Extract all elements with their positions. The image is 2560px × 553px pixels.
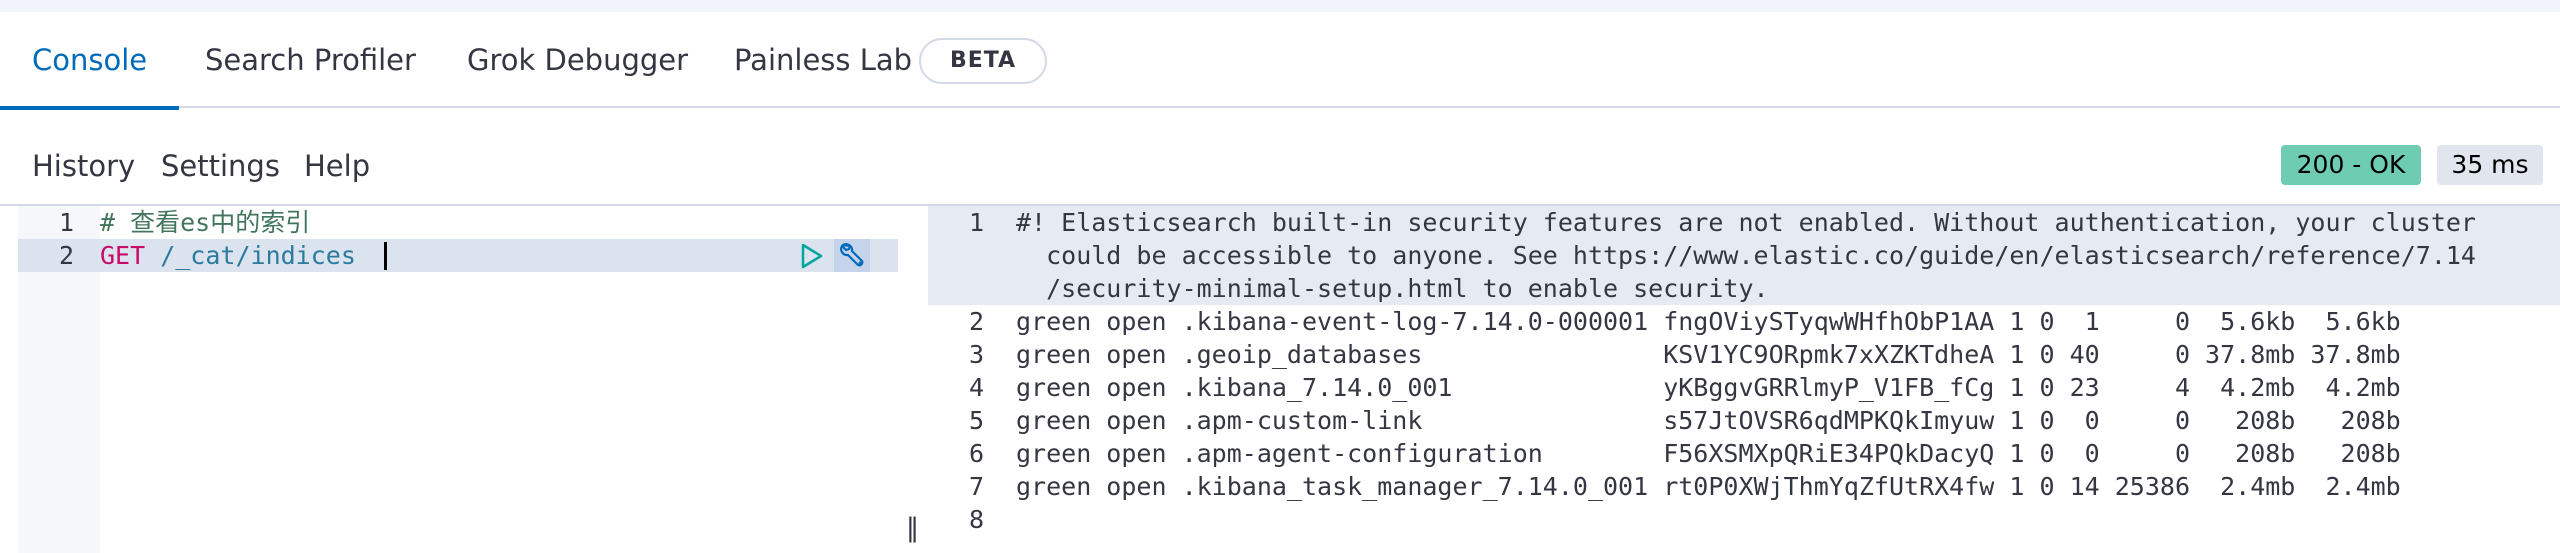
line-number: 5 xyxy=(968,406,984,435)
tab-grok-debugger[interactable]: Grok Debugger xyxy=(467,12,688,108)
pane-resizer[interactable] xyxy=(898,206,928,553)
line-number: 6 xyxy=(968,439,984,468)
tab-search-profiler[interactable]: Search Profiler xyxy=(205,12,416,108)
line-number: 7 xyxy=(968,472,984,501)
warning-line: #! Elasticsearch built-in security featu… xyxy=(1016,208,2476,237)
output-code: #! Elasticsearch built-in security featu… xyxy=(1016,206,2556,553)
help-link[interactable]: Help xyxy=(304,144,370,188)
request-editor[interactable]: 1 2 # 查看es中的索引 GET /_cat/indices xyxy=(18,206,898,553)
play-icon[interactable] xyxy=(796,241,826,271)
warning-line: could be accessible to anyone. See https… xyxy=(1016,241,2476,270)
tab-console[interactable]: Console xyxy=(0,12,180,110)
editor-code[interactable]: # 查看es中的索引 GET /_cat/indices xyxy=(100,206,898,553)
top-strip xyxy=(0,0,2560,12)
history-link[interactable]: History xyxy=(32,144,135,188)
request-method: GET xyxy=(100,241,146,270)
wrench-icon[interactable] xyxy=(834,239,870,272)
line-number: 2 xyxy=(58,241,74,270)
request-time-badge: 35 ms xyxy=(2437,145,2543,185)
line-number: 1 xyxy=(968,208,984,237)
output-gutter: 1 2 3 4 5 6 7 8 xyxy=(928,206,1010,553)
status-code-badge: 200 - OK xyxy=(2281,145,2421,185)
index-row: green open .kibana_7.14.0_001 yKBggvGRRl… xyxy=(1016,373,2401,402)
index-row: green open .geoip_databases KSV1YC9ORpmk… xyxy=(1016,340,2401,369)
tab-bar: Console Search Profiler Grok Debugger Pa… xyxy=(0,12,2560,110)
line-number: 2 xyxy=(968,307,984,336)
settings-link[interactable]: Settings xyxy=(161,144,280,188)
warning-line: /security-minimal-setup.html to enable s… xyxy=(1016,274,1769,303)
tab-painless-lab[interactable]: Painless Lab xyxy=(734,12,912,108)
line-number: 1 xyxy=(58,208,74,237)
resizer-handle-icon[interactable]: ‖ xyxy=(906,513,919,543)
request-line: GET /_cat/indices xyxy=(100,239,371,272)
beta-badge: BETA xyxy=(919,38,1047,84)
text-cursor xyxy=(384,242,387,270)
line-number: 8 xyxy=(968,505,984,534)
index-row: green open .apm-custom-link s57JtOVSR6qd… xyxy=(1016,406,2401,435)
line-number: 4 xyxy=(968,373,984,402)
code-comment: # 查看es中的索引 xyxy=(100,208,311,237)
index-row: green open .kibana_task_manager_7.14.0_0… xyxy=(1016,472,2401,501)
index-row: green open .apm-agent-configuration F56X… xyxy=(1016,439,2401,468)
line-number: 3 xyxy=(968,340,984,369)
index-row: green open .kibana-event-log-7.14.0-0000… xyxy=(1016,307,2401,336)
response-output: 1 2 3 4 5 6 7 8 #! Elasticsearch built-i… xyxy=(928,206,2560,553)
request-path: /_cat/indices xyxy=(145,241,371,270)
